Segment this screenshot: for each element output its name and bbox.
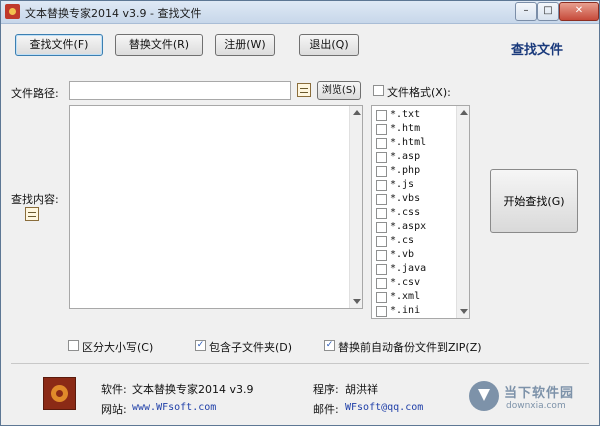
format-item[interactable]: *.php xyxy=(372,164,456,178)
browse-button[interactable]: 浏览(S) xyxy=(317,81,361,100)
page-title: 查找文件 xyxy=(511,43,564,58)
replace-files-button[interactable]: 替换文件(R) xyxy=(115,34,203,56)
list-icon[interactable] xyxy=(297,83,311,97)
format-item[interactable]: *.xml xyxy=(372,290,456,304)
format-item-label: *.java xyxy=(390,263,427,274)
format-item-label: *.asp xyxy=(390,151,421,162)
exit-button[interactable]: 退出(Q) xyxy=(299,34,359,56)
format-item-label: *.vbs xyxy=(390,193,421,204)
scroll-down-icon[interactable] xyxy=(460,309,468,314)
format-item-checkbox[interactable] xyxy=(376,110,387,121)
format-item[interactable]: *.vbs xyxy=(372,192,456,206)
maximize-button[interactable]: □ xyxy=(537,2,559,21)
wfsoft-logo xyxy=(43,377,76,410)
email-label: 邮件: xyxy=(313,403,339,416)
format-item[interactable]: *.ini xyxy=(372,304,456,318)
footer-divider xyxy=(11,363,589,364)
format-item-checkbox[interactable] xyxy=(376,264,387,275)
format-item-checkbox[interactable] xyxy=(376,306,387,317)
content-textarea[interactable] xyxy=(69,105,363,309)
content-scrollbar[interactable] xyxy=(349,106,362,308)
list-icon[interactable] xyxy=(25,207,39,221)
path-label: 文件路径: xyxy=(11,87,59,100)
format-scrollbar[interactable] xyxy=(456,106,469,318)
path-input[interactable] xyxy=(69,81,291,100)
format-item[interactable]: *.cs xyxy=(372,234,456,248)
software-value: 文本替换专家2014 v3.9 xyxy=(132,383,254,396)
title-bar[interactable]: 文本替换专家2014 v3.9 - 查找文件 – □ ✕ xyxy=(1,1,599,24)
format-list: *.txt *.htm *.html *.asp *.php *.js *.vbs *.css… xyxy=(371,105,470,319)
minimize-button[interactable]: – xyxy=(515,2,537,21)
format-item-checkbox[interactable] xyxy=(376,138,387,149)
author-label: 程序: xyxy=(313,383,339,396)
format-item[interactable]: *.aspx xyxy=(372,220,456,234)
format-item-checkbox[interactable] xyxy=(376,152,387,163)
case-checkbox[interactable] xyxy=(68,340,79,351)
format-item-label: *.css xyxy=(390,207,421,218)
format-item-label: *.aspx xyxy=(390,221,427,232)
format-item-label: *.cs xyxy=(390,235,415,246)
format-item-label: *.js xyxy=(390,179,415,190)
case-label: 区分大小写(C) xyxy=(82,341,154,354)
backup-label: 替换前自动备份文件到ZIP(Z) xyxy=(338,341,482,354)
format-label: 文件格式(X): xyxy=(387,86,451,99)
format-item[interactable]: *.vb xyxy=(372,248,456,262)
subfolder-label: 包含子文件夹(D) xyxy=(209,341,293,354)
format-item[interactable]: *.js xyxy=(372,178,456,192)
format-item-checkbox[interactable] xyxy=(376,278,387,289)
format-item-checkbox[interactable] xyxy=(376,194,387,205)
site-link[interactable]: www.WFsoft.com xyxy=(132,402,216,413)
email-link[interactable]: WFsoft@qq.com xyxy=(345,402,423,413)
format-item-checkbox[interactable] xyxy=(376,236,387,247)
format-item-label: *.htm xyxy=(390,123,421,134)
format-item-checkbox[interactable] xyxy=(376,222,387,233)
format-item-label: *.php xyxy=(390,165,421,176)
format-item[interactable]: *.htm xyxy=(372,122,456,136)
backup-checkbox[interactable]: ✓ xyxy=(324,340,335,351)
main-window: 文本替换专家2014 v3.9 - 查找文件 – □ ✕ 查找文件(F) 替换文… xyxy=(0,0,600,426)
format-item[interactable]: *.css xyxy=(372,206,456,220)
download-arrow-icon xyxy=(469,381,499,411)
format-item-label: *.xml xyxy=(390,291,421,302)
format-item-checkbox[interactable] xyxy=(376,166,387,177)
format-item-label: *.csv xyxy=(390,277,421,288)
format-item-label: *.vb xyxy=(390,249,415,260)
author-value: 胡洪祥 xyxy=(345,383,378,396)
format-item[interactable]: *.java xyxy=(372,262,456,276)
register-button[interactable]: 注册(W) xyxy=(215,34,275,56)
format-item[interactable]: *.html xyxy=(372,136,456,150)
window-title: 文本替换专家2014 v3.9 - 查找文件 xyxy=(25,7,202,20)
format-item[interactable]: *.txt xyxy=(372,108,456,122)
scroll-up-icon[interactable] xyxy=(460,110,468,115)
watermark-text: 当下软件园 xyxy=(504,386,575,401)
format-item-checkbox[interactable] xyxy=(376,180,387,191)
format-item-checkbox[interactable] xyxy=(376,208,387,219)
format-item-checkbox[interactable] xyxy=(376,250,387,261)
format-checkbox[interactable] xyxy=(373,85,384,96)
content-label: 查找内容: xyxy=(11,193,59,206)
watermark: 当下软件园 downxia.com xyxy=(469,381,597,421)
scroll-up-icon[interactable] xyxy=(353,110,361,115)
start-search-button[interactable]: 开始查找(G) xyxy=(490,169,578,233)
close-button[interactable]: ✕ xyxy=(559,2,599,21)
format-item-label: *.html xyxy=(390,137,427,148)
format-item-checkbox[interactable] xyxy=(376,292,387,303)
site-label: 网站: xyxy=(101,403,127,416)
software-label: 软件: xyxy=(101,383,127,396)
scroll-down-icon[interactable] xyxy=(353,299,361,304)
format-item-label: *.txt xyxy=(390,109,421,120)
format-item[interactable]: *.csv xyxy=(372,276,456,290)
watermark-subtext: downxia.com xyxy=(506,401,566,411)
format-item-checkbox[interactable] xyxy=(376,124,387,135)
format-item[interactable]: *.asp xyxy=(372,150,456,164)
app-icon xyxy=(5,4,20,19)
format-item-label: *.ini xyxy=(390,305,421,316)
find-files-button[interactable]: 查找文件(F) xyxy=(15,34,103,56)
subfolder-checkbox[interactable]: ✓ xyxy=(195,340,206,351)
